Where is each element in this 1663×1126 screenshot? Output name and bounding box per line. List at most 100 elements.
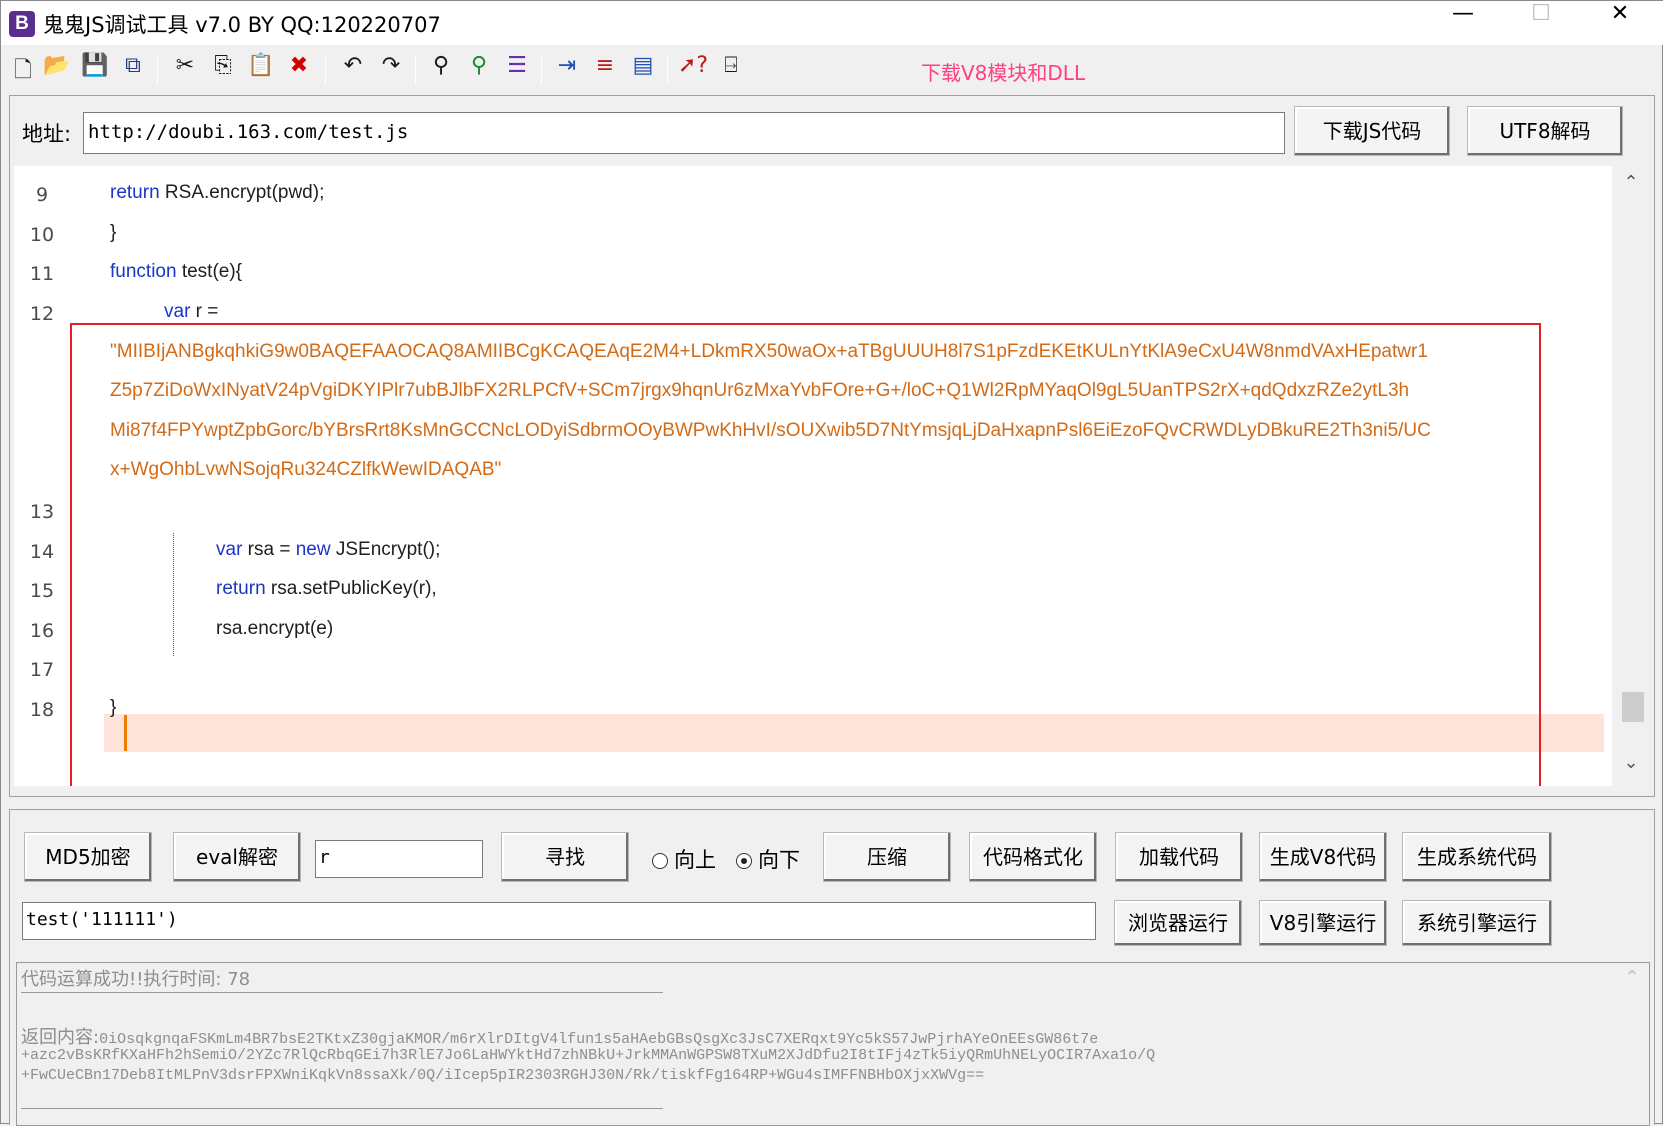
v8-engine-run-button[interactable]: V8引擎运行 <box>1259 900 1387 946</box>
code-line-14: var rsa = new JSEncrypt(); <box>216 539 440 561</box>
line-number: 16 <box>29 620 55 642</box>
scroll-up-icon[interactable]: ⌃ <box>1615 967 1649 997</box>
download-js-button[interactable]: 下载JS代码 <box>1294 106 1450 156</box>
generate-v8-code-button[interactable]: 生成V8代码 <box>1259 832 1387 882</box>
eval-decrypt-button[interactable]: eval解密 <box>173 832 301 882</box>
copy-icon[interactable]: ⎘ <box>207 53 239 85</box>
title-bar[interactable]: B 鬼鬼JS调试工具 v7.0 BY QQ:120220707 — ☐ ✕ <box>1 1 1663 45</box>
utf8-decode-button[interactable]: UTF8解码 <box>1467 106 1623 156</box>
line-number: 18 <box>29 699 55 721</box>
minimize-button[interactable]: — <box>1424 1 1502 45</box>
line-number: 15 <box>29 580 55 602</box>
code-string-line: "MIIBIjANBgkqhkiG9w0BAQEFAAOCAQ8AMIIBCgK… <box>110 341 1428 362</box>
redo-icon[interactable]: ↷ <box>375 53 407 85</box>
radio-up-circle[interactable] <box>652 853 668 869</box>
radio-down-circle[interactable] <box>736 853 752 869</box>
code-text: JSEncrypt(); <box>330 539 441 560</box>
app-window: B 鬼鬼JS调试工具 v7.0 BY QQ:120220707 — ☐ ✕ 🗋 … <box>0 0 1663 1126</box>
code-text: rsa.setPublicKey(r), <box>265 578 437 599</box>
address-input[interactable]: http://doubi.163.com/test.js <box>83 112 1285 154</box>
toolbar: 🗋 📂 💾 ⧉ ✂ ⎘ 📋 ✖ ↶ ↷ ⚲ ⚲ ☰ ⇥ ≡ ▤ ➚? ⍈ 下载V… <box>1 47 1663 95</box>
radio-down-label: 向下 <box>758 848 800 872</box>
undo-icon[interactable]: ↶ <box>337 53 369 85</box>
status-label: 代码运算成功!!执行时间: <box>21 969 222 990</box>
help-pointer-icon[interactable]: ➚? <box>677 53 709 85</box>
scroll-down-icon[interactable]: ⌄ <box>1614 752 1648 782</box>
toolbar-separator <box>415 55 416 85</box>
load-code-button[interactable]: 加载代码 <box>1115 832 1243 882</box>
numbered-list-icon[interactable]: ≡ <box>589 53 621 85</box>
code-text: rsa = <box>242 539 296 560</box>
scroll-up-icon[interactable]: ⌃ <box>1614 172 1648 202</box>
address-label: 地址: <box>22 122 72 146</box>
save-icon[interactable]: 💾 <box>79 53 111 85</box>
cut-icon[interactable]: ✂ <box>169 53 201 85</box>
radio-down[interactable]: 向下 <box>736 844 800 874</box>
code-keyword: var <box>216 539 243 560</box>
code-keyword: function <box>110 261 177 282</box>
code-editor[interactable]: 9 10 11 12 13 14 15 16 17 18 return RSA.… <box>14 166 1612 786</box>
indent-guide <box>173 533 174 656</box>
window-icon[interactable]: ▤ <box>627 53 659 85</box>
code-text: r = <box>190 301 219 322</box>
controls-panel: MD5加密 eval解密 r 寻找 向上 向下 压缩 代码格式化 加载代码 生成… <box>9 809 1655 1126</box>
code-line-11: function test(e){ <box>110 261 242 283</box>
format-code-button[interactable]: 代码格式化 <box>969 832 1097 882</box>
scroll-thumb[interactable] <box>1622 692 1644 722</box>
download-v8-link[interactable]: 下载V8模块和DLL <box>921 57 1085 86</box>
replace-icon[interactable]: ☰ <box>501 53 533 85</box>
line-number-gutter: 9 10 11 12 13 14 15 16 17 18 <box>14 166 70 786</box>
find-next-icon[interactable]: ⚲ <box>463 53 495 85</box>
paste-icon[interactable]: 📋 <box>245 53 277 85</box>
text-caret <box>124 715 127 751</box>
window-title: 鬼鬼JS调试工具 v7.0 BY QQ:120220707 <box>43 13 441 37</box>
search-input[interactable]: r <box>315 840 483 878</box>
divider <box>21 992 663 993</box>
result-value-continued: +FwCUeCBn17Deb8ItMLPnV3dsrFPXWniKqkVn8ss… <box>21 1067 985 1084</box>
line-number: 10 <box>29 224 55 246</box>
code-line-18: } <box>110 697 117 718</box>
exit-icon[interactable]: ⍈ <box>715 53 747 85</box>
code-line-16: rsa.encrypt(e) <box>216 618 334 639</box>
generate-system-code-button[interactable]: 生成系统代码 <box>1402 832 1552 882</box>
code-keyword: var <box>164 301 191 322</box>
command-input[interactable]: test('111111') <box>22 902 1096 940</box>
result-value: 0iOsqkgnqaFSKmLm4BR7bsE2TKtxZ30gjaKMOR/m… <box>99 1031 1099 1048</box>
find-icon[interactable]: ⚲ <box>425 53 457 85</box>
indent-icon[interactable]: ⇥ <box>551 53 583 85</box>
save-all-icon[interactable]: ⧉ <box>117 53 149 85</box>
radio-up-label: 向上 <box>674 848 716 872</box>
code-string-line: Z5p7ZiDoWxINyatV24pVgiDKYIPlr7ubBJlbFX2R… <box>110 380 1410 401</box>
line-number: 14 <box>29 541 55 563</box>
toolbar-separator <box>157 55 158 85</box>
code-text: test(e){ <box>176 261 243 282</box>
code-text: RSA.encrypt(pwd); <box>159 182 325 203</box>
open-folder-icon[interactable]: 📂 <box>41 53 73 85</box>
md5-encrypt-button[interactable]: MD5加密 <box>24 832 152 882</box>
delete-icon[interactable]: ✖ <box>283 53 315 85</box>
compress-button[interactable]: 压缩 <box>823 832 951 882</box>
result-label: 返回内容: <box>21 1027 100 1048</box>
new-file-icon[interactable]: 🗋 <box>7 53 39 85</box>
editor-panel: 地址: http://doubi.163.com/test.js 下载JS代码 … <box>9 95 1655 797</box>
find-button[interactable]: 寻找 <box>501 832 629 882</box>
line-number: 9 <box>35 184 49 206</box>
current-line-highlight <box>104 714 1604 752</box>
code-line-9: return RSA.encrypt(pwd); <box>110 182 324 204</box>
editor-scrollbar[interactable]: ⌃ ⌄ <box>1614 166 1648 786</box>
output-scrollbar[interactable]: ⌃ <box>1615 963 1649 1125</box>
code-line-12: var r = <box>164 301 218 323</box>
maximize-button[interactable]: ☐ <box>1502 1 1580 45</box>
divider <box>21 1108 663 1109</box>
code-string-line: Mi87f4FPYwptZpbGorc/bYBrsRrt8KsMnGCCNcLO… <box>110 420 1431 441</box>
code-string-line: x+WgOhbLvwNSojqRu324CZlfkWewIDAQAB" <box>110 459 502 480</box>
browser-run-button[interactable]: 浏览器运行 <box>1114 900 1242 946</box>
close-button[interactable]: ✕ <box>1581 1 1659 45</box>
code-line-10: } <box>110 222 117 243</box>
radio-up[interactable]: 向上 <box>652 844 716 874</box>
code-keyword: return <box>216 578 266 599</box>
output-console[interactable]: 代码运算成功!!执行时间: 78 返回内容:0iOsqkgnqaFSKmLm4B… <box>16 962 1650 1126</box>
system-engine-run-button[interactable]: 系统引擎运行 <box>1402 900 1552 946</box>
result-value-continued: +azc2vBsKRfKXaHFh2hSemiO/2YZc7RlQcRbqGEi… <box>21 1047 1156 1064</box>
execution-time: 78 <box>227 969 251 990</box>
